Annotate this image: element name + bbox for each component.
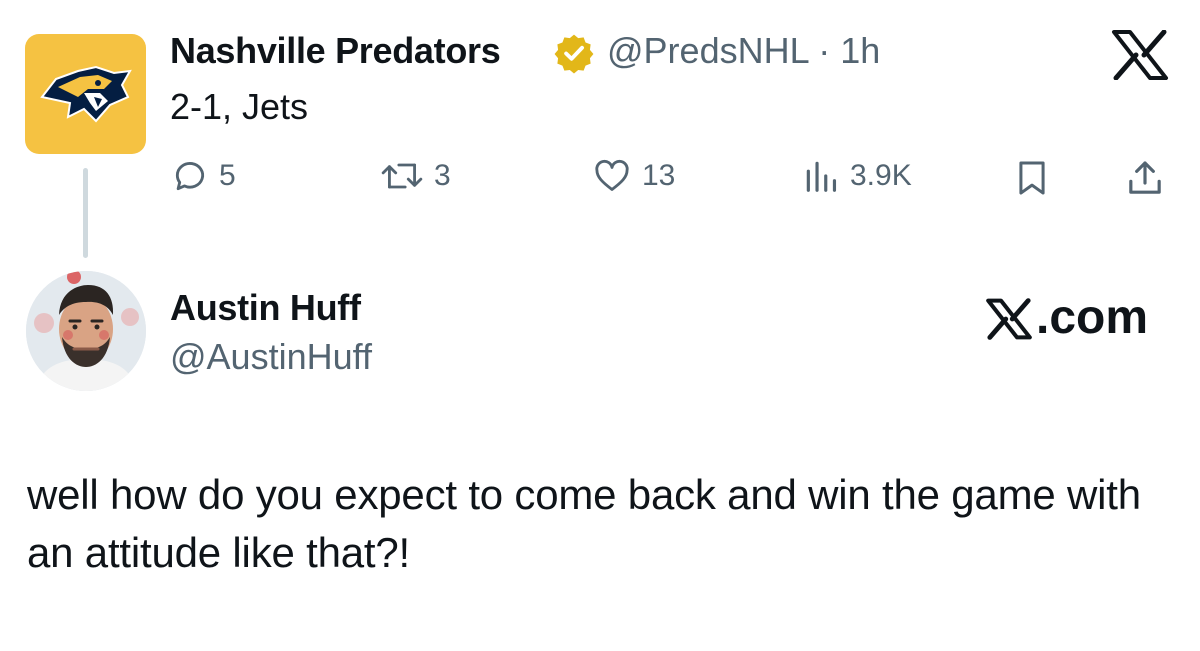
repost-button[interactable]: 3 [380, 157, 451, 195]
share-icon [1129, 161, 1161, 194]
reply-bubble-icon [175, 162, 205, 191]
x-logo-icon [1112, 30, 1168, 80]
like-button[interactable]: 13 [592, 157, 675, 195]
repost-count: 3 [434, 159, 451, 192]
bar-chart-icon [806, 161, 837, 192]
predators-avatar[interactable] [25, 34, 146, 154]
verified-badge-icon [554, 34, 594, 74]
austin-huff-avatar[interactable] [26, 271, 146, 391]
x-logo-icon [986, 298, 1032, 340]
bookmark-button[interactable] [1015, 159, 1059, 197]
bookmark-icon [1019, 161, 1045, 195]
predators-handle-time[interactable]: @PredsNHL · 1h [607, 30, 880, 72]
thread-connector-line [83, 168, 88, 258]
watermark-text: .com [1036, 291, 1149, 344]
original-tweet-text: 2-1, Jets [170, 86, 309, 127]
x-com-watermark: .com [985, 290, 1148, 345]
views-button[interactable]: 3.9K [802, 157, 912, 195]
share-button[interactable] [1125, 158, 1175, 198]
heart-icon [595, 159, 629, 191]
reply-tweet-text: well how do you expect to come back and … [27, 471, 1141, 576]
predators-display-name[interactable]: Nashville Predators [170, 30, 501, 72]
predators-logo-icon [39, 65, 132, 123]
like-count: 13 [642, 159, 676, 192]
austin-huff-display-name[interactable]: Austin Huff [170, 287, 361, 329]
austin-huff-handle[interactable]: @AustinHuff [170, 336, 372, 378]
reply-count: 5 [219, 159, 236, 192]
avatar-portrait-image [26, 271, 146, 391]
repost-icon [381, 163, 423, 189]
reply-button[interactable]: 5 [171, 157, 236, 195]
view-count: 3.9K [850, 159, 912, 192]
